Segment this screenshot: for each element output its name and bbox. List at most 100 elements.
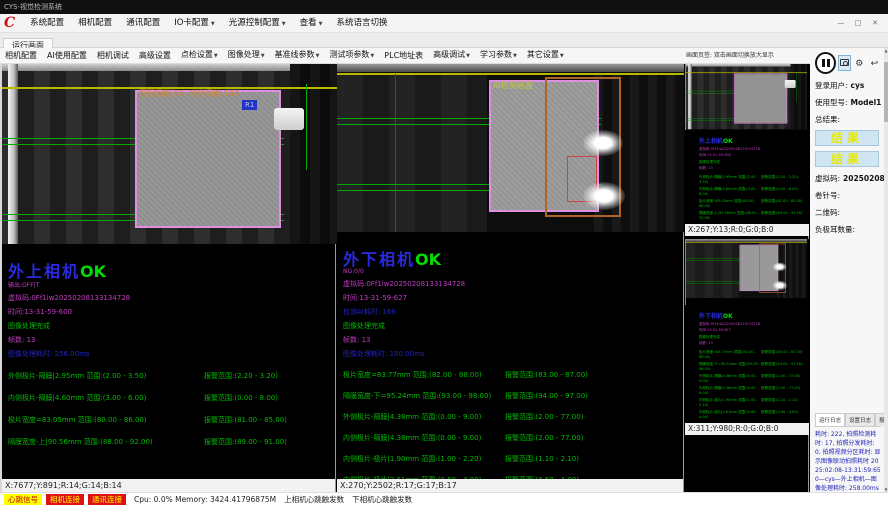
ai-overlay-text: AI检测画面 bbox=[493, 80, 533, 91]
ok-status: OK bbox=[415, 250, 441, 269]
image-top-strip bbox=[337, 64, 684, 72]
thumbnail-lower-camera[interactable]: 外下相机OK 虚拟码:0Ff1iw20250208133134728 时间:13… bbox=[685, 239, 809, 435]
measurement-row: 外侧极片-隔膜|4.38mm 范围:(0.00 - 9.00)报警范围:(2.0… bbox=[343, 412, 683, 422]
measurement-row: 极片宽度=83.05mm 范围:(80.00 - 86.00)报警范围:(81.… bbox=[8, 415, 335, 425]
chevron-down-icon: ▼ bbox=[319, 21, 323, 27]
measurement-row: 外侧极片-隔膜|2.95mm 范围:(2.00 - 3.50)报警范围:(2.2… bbox=[8, 371, 335, 381]
tab-strip: 运行画面 bbox=[0, 33, 888, 48]
menu-view[interactable]: 查看▼ bbox=[293, 14, 330, 33]
result-text-lower: 外下相机OK NG:0/0 虚拟码:0Ff1iw2025020813313472… bbox=[337, 232, 683, 485]
elapsed-line: 图像处理耗时: 256.00ms bbox=[8, 349, 335, 359]
upper-cam-heartbeat-text: 上相机心跳触发数 bbox=[284, 494, 344, 505]
toolbar-test-params[interactable]: 测试项参数▼ bbox=[324, 47, 379, 64]
virtual-code-line: 虚拟码:0Ff1iw20250208133134728 bbox=[343, 279, 683, 289]
dark-column bbox=[290, 64, 338, 244]
frame-line: 帧数: 13 bbox=[343, 335, 683, 345]
tab-settings-log[interactable]: 设置日志 bbox=[845, 413, 875, 426]
threshold-overlay-text: 匹配阈值:93, 吻合阈值:100 bbox=[139, 88, 239, 99]
camera-panel-upper: R1 匹配阈值:93, 吻合阈值:100 外上相机OK 输出:OFF|T 虚拟码… bbox=[0, 64, 336, 492]
camera-connection-badge: 相机连接 bbox=[46, 494, 84, 505]
window-title: CYS-视觉检测系统 bbox=[4, 3, 62, 11]
cell-roi-box bbox=[135, 90, 281, 228]
return-button[interactable]: ↩ bbox=[868, 55, 881, 71]
edge-line-green bbox=[395, 74, 396, 232]
toolbar-ai-config[interactable]: AI使用配置 bbox=[42, 48, 92, 63]
menu-comm-config[interactable]: 通讯配置 bbox=[119, 14, 167, 32]
login-user-row: 登录用户:cys bbox=[815, 80, 881, 91]
chevron-down-icon: ▼ bbox=[282, 21, 286, 27]
vertical-scrollbar[interactable]: ▲ ▼ bbox=[884, 48, 888, 492]
lower-cam-heartbeat-text: 下相机心跳触发数 bbox=[352, 494, 412, 505]
ok-status: OK bbox=[80, 262, 106, 281]
thumbnail-image bbox=[685, 64, 807, 130]
bottom-filler bbox=[0, 506, 888, 522]
toolbar-advanced-settings[interactable]: 高级设置 bbox=[134, 48, 176, 63]
virtual-code-value: 20250208 bbox=[843, 174, 885, 183]
camera-title: 外上相机OK bbox=[8, 258, 335, 282]
toolbar-image-processing[interactable]: 图像处理▼ bbox=[223, 47, 270, 64]
tab-count-row: 负极耳数量: bbox=[815, 224, 881, 235]
chevron-down-icon: ▼ bbox=[513, 53, 517, 59]
toolbar-learning-params[interactable]: 学习参数▼ bbox=[475, 47, 522, 64]
menu-system-config[interactable]: 系统配置 bbox=[23, 14, 71, 32]
time-line: 时间:13-31-59-627 bbox=[343, 293, 683, 303]
image-top-strip bbox=[2, 64, 338, 71]
chevron-down-icon: ▼ bbox=[316, 53, 320, 59]
log-tab-strip: 运行日志 设置日志 报警日志 bbox=[815, 413, 881, 427]
camera-image-upper[interactable]: R1 匹配阈值:93, 吻合阈值:100 bbox=[2, 64, 338, 244]
camera-view-button[interactable] bbox=[838, 55, 851, 71]
title-bar: CYS-视觉检测系统 bbox=[0, 0, 888, 14]
toolbar-camera-debug[interactable]: 相机调试 bbox=[92, 48, 134, 63]
camera-title: 外下相机OK bbox=[343, 246, 683, 270]
pin-number-row: 卷针号: bbox=[815, 190, 881, 201]
chevron-down-icon: ▼ bbox=[560, 53, 564, 59]
thumbnail-hint: 画面页签: 双击画面切换放大显示 bbox=[686, 50, 808, 59]
result-box-upper: 结果 bbox=[815, 130, 879, 146]
app-logo-icon: C bbox=[4, 15, 15, 31]
frame-line: 帧数: 13 bbox=[8, 335, 335, 345]
thumbnail-upper-camera[interactable]: 外上相机OK 虚拟码:0Ff1iw20250208133134728 时间:13… bbox=[685, 64, 809, 236]
app-window: CYS-视觉检测系统 C 系统配置 相机配置 通讯配置 IO卡配置▼ 光源控制配… bbox=[0, 0, 888, 522]
measurement-row: 隔膜宽度-下=95.24mm 范围:(93.00 - 98.00)报警范围:(9… bbox=[343, 391, 683, 401]
control-buttons: ⚙ ↩ bbox=[815, 52, 881, 74]
close-icon[interactable]: ✕ bbox=[868, 17, 882, 29]
bright-column bbox=[8, 64, 18, 244]
menu-light-config[interactable]: 光源控制配置▼ bbox=[222, 14, 293, 33]
toolbar-camera-config[interactable]: 相机配置 bbox=[0, 48, 42, 63]
measurement-row: 极片宽度=83.77mm 范围:(82.00 - 88.00)报警范围:(83.… bbox=[343, 370, 683, 380]
thumbnail-image bbox=[685, 239, 807, 305]
camera-panel-lower: AI检测画面 外下相机OK NG:0/0 虚拟码:0Ff1iw202502081… bbox=[337, 64, 684, 492]
light-flare bbox=[583, 182, 625, 210]
done-line: 图像处理完成 bbox=[8, 321, 335, 331]
info-panel: ⚙ ↩ 登录用户:cys 使用型号:Model1 总结果: 结果 结果 虚拟码:… bbox=[810, 48, 884, 492]
menu-bar: C 系统配置 相机配置 通讯配置 IO卡配置▼ 光源控制配置▼ 查看▼ 系统语言… bbox=[0, 14, 888, 33]
window-controls: — □ ✕ bbox=[831, 17, 882, 29]
pixel-coords-upper: X:7677;Y:891;R:14;G:14;B:14 bbox=[2, 479, 335, 492]
minimize-icon[interactable]: — bbox=[834, 17, 848, 29]
tab-run-log[interactable]: 运行日志 bbox=[815, 413, 845, 426]
toolbar-advanced-debug[interactable]: 高级调试▼ bbox=[428, 47, 475, 64]
menu-language-switch[interactable]: 系统语言切换 bbox=[330, 14, 395, 32]
scroll-up-icon[interactable]: ▲ bbox=[884, 48, 888, 53]
maximize-icon[interactable]: □ bbox=[851, 17, 865, 29]
toolbar-plc-address[interactable]: PLC地址表 bbox=[379, 48, 428, 63]
pause-button[interactable] bbox=[815, 52, 836, 74]
toolbar-spot-check[interactable]: 点检设置▼ bbox=[176, 47, 223, 64]
camera-icon bbox=[840, 59, 849, 66]
scrollbar-thumb[interactable] bbox=[884, 62, 888, 122]
thumbnail-column: 外上相机OK 虚拟码:0Ff1iw20250208133134728 时间:13… bbox=[685, 64, 809, 492]
status-bar: 心跳信号 相机连接 通讯连接 Cpu: 0.0% Memory: 3424.41… bbox=[0, 492, 888, 506]
menu-camera-config[interactable]: 相机配置 bbox=[71, 14, 119, 32]
menu-io-config[interactable]: IO卡配置▼ bbox=[167, 14, 222, 33]
toolbar-baseline-params[interactable]: 基准线参数▼ bbox=[270, 47, 325, 64]
camera-image-lower[interactable]: AI检测画面 bbox=[337, 64, 684, 232]
model-row: 使用型号:Model1 bbox=[815, 97, 881, 108]
settings-button[interactable]: ⚙ bbox=[853, 55, 866, 71]
measurement-row: 内侧极片-隔膜|4.60mm 范围:(3.00 - 6.00)报警范围:(0.0… bbox=[8, 393, 335, 403]
toolbar-other-settings[interactable]: 其它设置▼ bbox=[522, 47, 569, 64]
chevron-down-icon: ▼ bbox=[211, 21, 215, 27]
roi-marker: R1 bbox=[242, 100, 257, 110]
measurement-list: 外侧极片-隔膜|2.95mm 范围:(2.00 - 3.50)报警范围:(2.2… bbox=[8, 371, 335, 447]
ai-time-line: 检测AI耗时: 166 bbox=[343, 307, 683, 317]
log-text: 耗时: 222, 拍照检测耗时: 17, 拍照分发耗时: 0, 拍照视频分区耗时… bbox=[815, 430, 881, 493]
